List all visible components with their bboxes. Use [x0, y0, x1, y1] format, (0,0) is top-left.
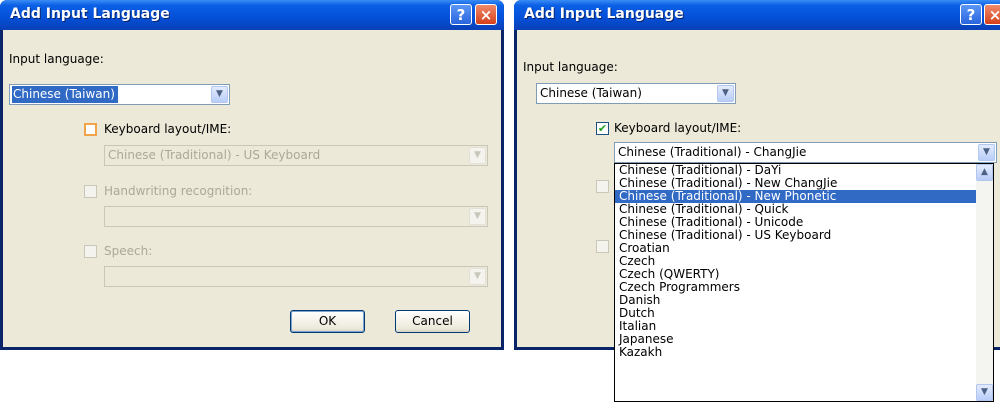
chevron-down-icon[interactable]: ▼: [717, 85, 734, 102]
dropdown-item[interactable]: Czech Programmers: [615, 281, 976, 294]
speech-combo[interactable]: ▼: [104, 266, 488, 287]
handwriting-combo[interactable]: ▼: [104, 206, 488, 227]
input-language-combo[interactable]: Chinese (Taiwan) ▼: [9, 84, 230, 105]
input-language-combo[interactable]: Chinese (Taiwan) ▼: [536, 83, 736, 104]
keyboard-layout-combo[interactable]: Chinese (Traditional) - ChangJie ▼: [614, 142, 997, 163]
dropdown-item[interactable]: Danish: [615, 294, 976, 307]
input-language-label: Input language:: [523, 60, 618, 74]
add-input-language-dialog: Add Input Language ? × Input language: C…: [0, 0, 504, 350]
dialog-title: Add Input Language: [524, 6, 684, 22]
help-button[interactable]: ?: [960, 4, 982, 25]
close-button[interactable]: ×: [984, 4, 1000, 25]
cancel-button[interactable]: Cancel: [395, 310, 470, 333]
dialog-body: Input language: Chinese (Taiwan) ▼ Keybo…: [3, 30, 501, 347]
title-bar[interactable]: Add Input Language ? ×: [0, 0, 504, 30]
dropdown-scrollbar[interactable]: ▲ ▼: [976, 164, 993, 401]
input-language-label: Input language:: [9, 52, 104, 66]
chevron-down-icon[interactable]: ▼: [469, 147, 486, 164]
chevron-down-icon[interactable]: ▼: [469, 208, 486, 225]
chevron-down-icon[interactable]: ▼: [211, 86, 228, 103]
speech-label: Speech:: [104, 244, 153, 258]
handwriting-checkbox[interactable]: [596, 180, 609, 193]
keyboard-layout-label: Keyboard layout/IME:: [614, 121, 742, 135]
dropdown-item[interactable]: Croatian: [615, 242, 976, 255]
chevron-down-icon[interactable]: ▼: [976, 384, 993, 401]
keyboard-layout-checkbox[interactable]: ✔: [596, 122, 609, 135]
input-language-value: Chinese (Taiwan): [12, 86, 118, 103]
chevron-down-icon[interactable]: ▼: [469, 268, 486, 285]
keyboard-layout-combo[interactable]: Chinese (Traditional) - US Keyboard ▼: [104, 145, 488, 166]
help-button[interactable]: ?: [450, 4, 472, 25]
ok-button[interactable]: OK: [290, 310, 365, 333]
speech-checkbox[interactable]: [596, 240, 609, 253]
keyboard-layout-value: Chinese (Traditional) - US Keyboard: [108, 148, 321, 162]
keyboard-layout-value: Chinese (Traditional) - ChangJie: [618, 145, 807, 159]
dropdown-item[interactable]: Kazakh: [615, 346, 976, 359]
speech-checkbox[interactable]: [84, 245, 97, 258]
keyboard-layout-dropdown-list[interactable]: Chinese (Traditional) - DaYi Chinese (Tra…: [614, 163, 994, 402]
input-language-value: Chinese (Taiwan): [540, 86, 642, 100]
chevron-up-icon[interactable]: ▲: [976, 164, 993, 181]
keyboard-layout-checkbox[interactable]: [84, 123, 97, 136]
dialog-title: Add Input Language: [10, 6, 170, 22]
close-button[interactable]: ×: [475, 4, 497, 25]
chevron-down-icon[interactable]: ▼: [978, 144, 995, 161]
handwriting-label: Handwriting recognition:: [104, 184, 253, 198]
dropdown-items: Chinese (Traditional) - DaYi Chinese (Tra…: [615, 164, 976, 359]
keyboard-layout-label: Keyboard layout/IME:: [104, 122, 232, 136]
dropdown-item[interactable]: Japanese: [615, 333, 976, 346]
handwriting-checkbox[interactable]: [84, 185, 97, 198]
title-bar[interactable]: Add Input Language ? ×: [514, 0, 1000, 30]
dropdown-item[interactable]: Dutch: [615, 307, 976, 320]
